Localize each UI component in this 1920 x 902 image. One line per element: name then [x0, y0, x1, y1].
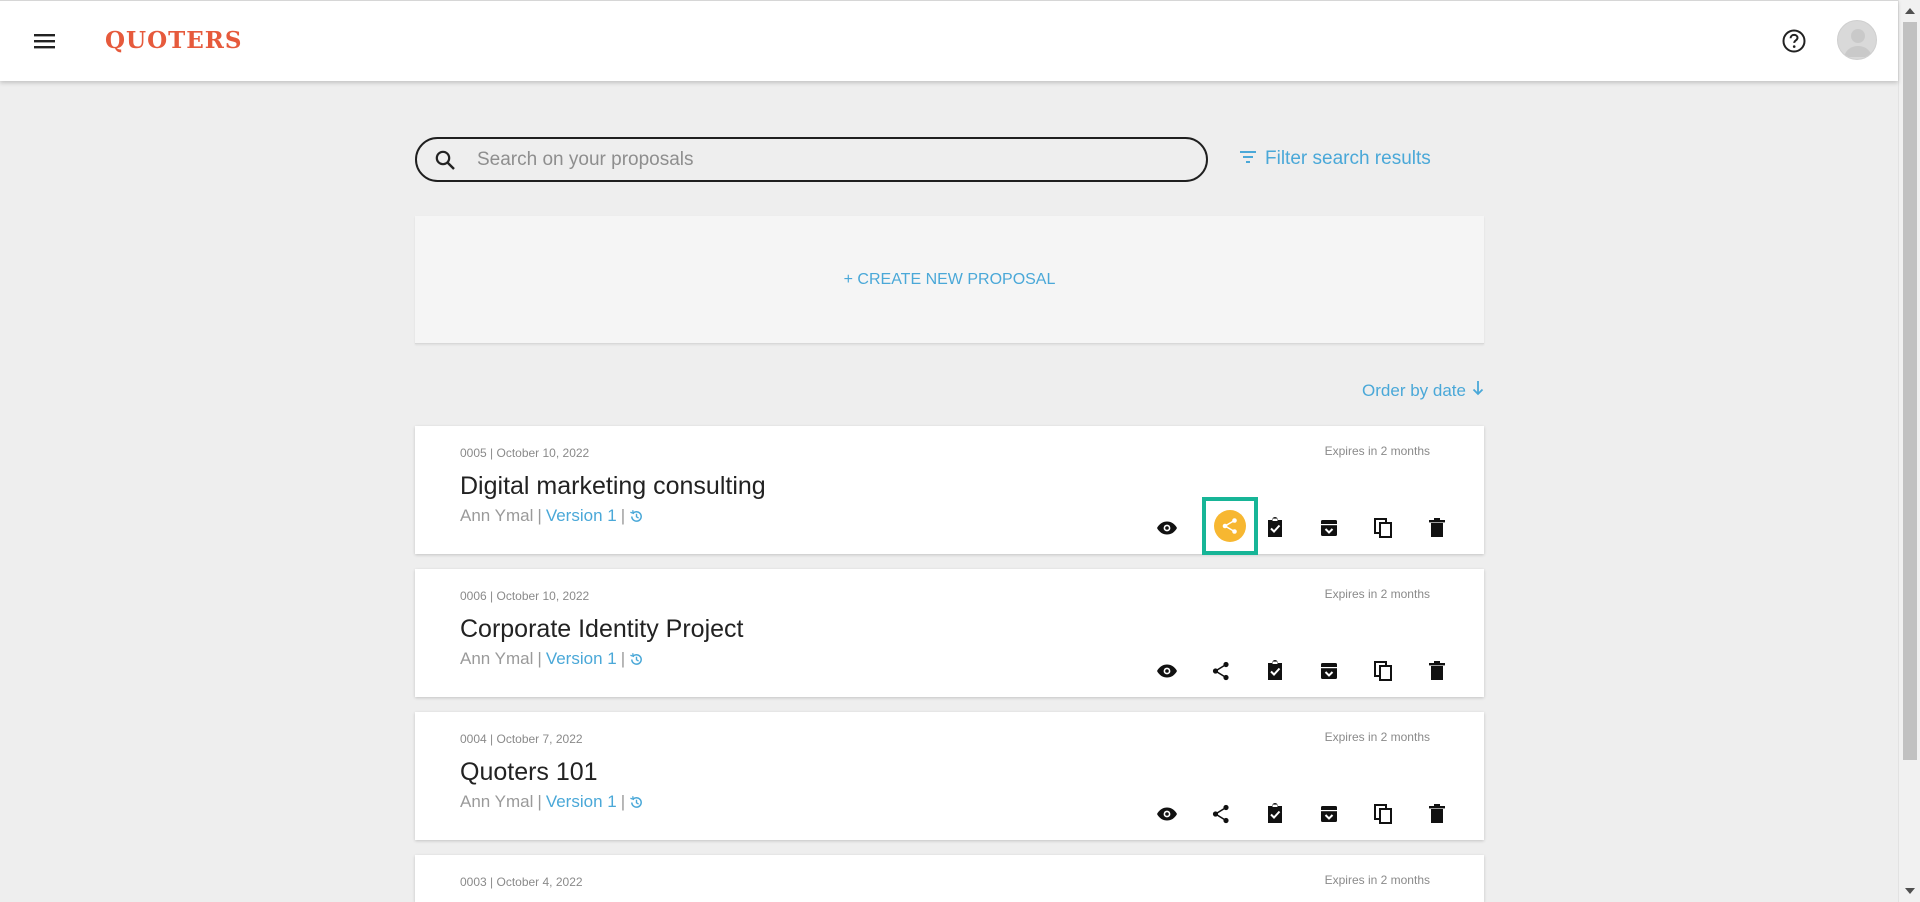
approve-clipboard-icon[interactable] [1263, 802, 1287, 826]
proposal-version-link[interactable]: Version 1 [546, 506, 617, 526]
proposal-title[interactable]: Corporate Identity Project [460, 615, 743, 644]
scroll-down-icon[interactable] [1905, 888, 1915, 894]
proposal-expiry: Expires in 2 months [1324, 730, 1430, 744]
share-icon [1222, 518, 1237, 534]
share-button-active[interactable] [1214, 510, 1246, 542]
share-icon[interactable] [1209, 659, 1233, 683]
proposal-author: Ann Ymal [460, 649, 534, 668]
separator: | [537, 506, 542, 525]
history-icon[interactable] [629, 652, 644, 667]
approve-clipboard-icon[interactable] [1263, 516, 1287, 540]
proposal-card[interactable]: 0006 | October 10, 2022 Expires in 2 mon… [415, 569, 1484, 697]
share-button-highlight [1202, 497, 1258, 555]
scroll-up-icon[interactable] [1905, 8, 1915, 14]
view-eye-icon[interactable] [1155, 802, 1179, 826]
user-avatar[interactable] [1837, 20, 1877, 60]
proposal-title[interactable]: Quoters 101 [460, 758, 598, 787]
separator: | [620, 792, 626, 811]
top-app-bar: QUOTERS [0, 0, 1898, 81]
proposal-meta: 0004 | October 7, 2022 [460, 732, 583, 746]
order-by-date-button[interactable]: Order by date [1362, 380, 1484, 401]
separator: | [537, 649, 542, 668]
proposal-title[interactable]: Digital marketing consulting [460, 472, 766, 501]
filter-label: Filter search results [1265, 148, 1431, 169]
page-scrollbar[interactable] [1898, 0, 1920, 902]
delete-trash-icon[interactable] [1425, 802, 1449, 826]
history-icon[interactable] [629, 795, 644, 810]
proposal-card[interactable]: 0004 | October 7, 2022 Expires in 2 mont… [415, 712, 1484, 840]
delete-trash-icon[interactable] [1425, 659, 1449, 683]
separator: | [620, 506, 626, 525]
proposal-expiry: Expires in 2 months [1324, 587, 1430, 601]
duplicate-icon[interactable] [1371, 659, 1395, 683]
proposal-subline: Ann Ymal | Version 1 | [460, 649, 644, 669]
archive-icon[interactable] [1317, 516, 1341, 540]
filter-icon [1239, 148, 1257, 170]
filter-search-results-link[interactable]: Filter search results [1239, 148, 1431, 170]
proposal-meta: 0006 | October 10, 2022 [460, 589, 590, 603]
scroll-thumb[interactable] [1903, 22, 1917, 760]
help-circle-icon[interactable] [1781, 28, 1807, 54]
search-input[interactable] [477, 148, 1177, 172]
proposal-author: Ann Ymal [460, 506, 534, 525]
proposal-version-link[interactable]: Version 1 [546, 649, 617, 669]
app-logo[interactable]: QUOTERS [105, 27, 243, 54]
proposal-author: Ann Ymal [460, 792, 534, 811]
order-label: Order by date [1362, 380, 1466, 400]
view-eye-icon[interactable] [1155, 516, 1179, 540]
proposal-subline: Ann Ymal | Version 1 | [460, 792, 644, 812]
view-eye-icon[interactable] [1155, 659, 1179, 683]
proposal-meta: 0005 | October 10, 2022 [460, 446, 590, 460]
proposal-subline: Ann Ymal | Version 1 | [460, 506, 644, 526]
proposal-expiry: Expires in 2 months [1324, 444, 1430, 458]
proposal-search [415, 137, 1208, 182]
approve-clipboard-icon[interactable] [1263, 659, 1287, 683]
create-new-proposal-button[interactable]: + CREATE NEW PROPOSAL [415, 271, 1484, 289]
proposal-card[interactable]: 0003 | October 4, 2022 Expires in 2 mont… [415, 855, 1484, 902]
share-icon[interactable] [1209, 802, 1233, 826]
arrow-down-icon [1472, 380, 1484, 401]
proposal-card[interactable]: 0005 | October 10, 2022 Expires in 2 mon… [415, 426, 1484, 555]
archive-icon[interactable] [1317, 659, 1341, 683]
history-icon[interactable] [629, 509, 644, 524]
proposal-meta: 0003 | October 4, 2022 [460, 875, 583, 889]
hamburger-menu-icon[interactable] [30, 29, 60, 53]
duplicate-icon[interactable] [1371, 516, 1395, 540]
search-icon [434, 149, 456, 171]
create-proposal-panel: + CREATE NEW PROPOSAL [415, 216, 1484, 344]
separator: | [620, 649, 626, 668]
separator: | [537, 792, 542, 811]
duplicate-icon[interactable] [1371, 802, 1395, 826]
proposal-version-link[interactable]: Version 1 [546, 792, 617, 812]
proposal-expiry: Expires in 2 months [1324, 873, 1430, 887]
delete-trash-icon[interactable] [1425, 516, 1449, 540]
archive-icon[interactable] [1317, 802, 1341, 826]
